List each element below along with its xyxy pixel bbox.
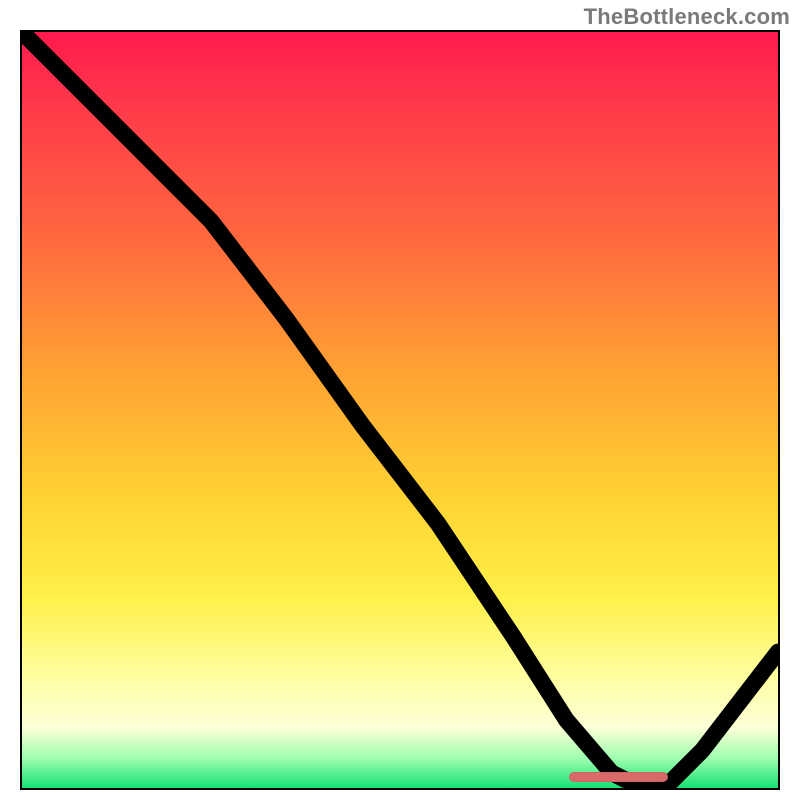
bottleneck-curve bbox=[22, 32, 778, 788]
optimal-band-marker bbox=[569, 772, 668, 782]
plot-area bbox=[20, 30, 780, 790]
curve-svg bbox=[22, 32, 778, 788]
chart-frame: TheBottleneck.com bbox=[0, 0, 800, 800]
watermark-label: TheBottleneck.com bbox=[584, 4, 790, 30]
